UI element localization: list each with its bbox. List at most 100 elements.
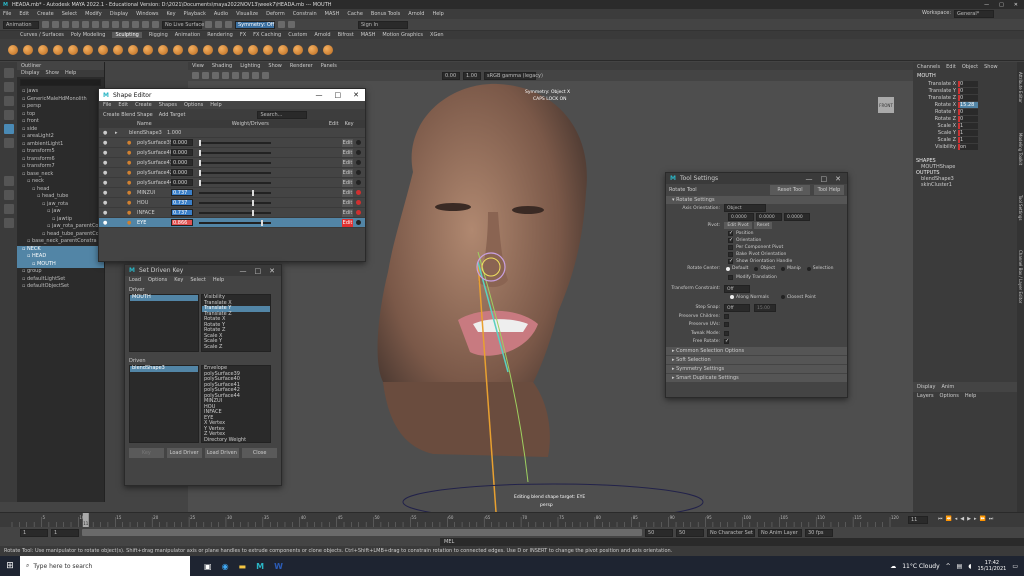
- target-weight[interactable]: 0.000: [171, 169, 193, 176]
- axis-value-field[interactable]: 0.0000: [756, 212, 782, 221]
- free-rotate-checkbox[interactable]: [724, 338, 729, 345]
- viewport-menu-panels[interactable]: Panels: [321, 62, 337, 70]
- menu-item-audio[interactable]: Audio: [214, 11, 228, 17]
- layout-outliner-icon[interactable]: [3, 218, 14, 228]
- range-slider-bar[interactable]: [82, 529, 642, 536]
- viewport-menu-renderer[interactable]: Renderer: [290, 62, 313, 70]
- target-weight[interactable]: 0.000: [171, 179, 193, 186]
- weight-slider[interactable]: [199, 219, 271, 226]
- weight-slider[interactable]: [199, 189, 271, 196]
- symmetry-dropdown[interactable]: Symmetry: Off: [235, 20, 275, 29]
- menu-item-key[interactable]: Key: [166, 11, 175, 17]
- time-ruler[interactable]: 5 10 15 20 25 30 35 40 45 50 55 60 65 70 75 80 85 90 95 100…: [0, 513, 900, 528]
- snap-view-icon[interactable]: [152, 21, 159, 28]
- shape-editor-menu-create[interactable]: Create: [135, 101, 152, 109]
- anim-layer-dropdown[interactable]: No Anim Layer: [758, 528, 802, 537]
- task-view-icon[interactable]: ▣: [204, 562, 212, 571]
- gamma-field[interactable]: 1.00: [463, 71, 481, 80]
- shelf-tab-custom[interactable]: Custom: [288, 32, 307, 38]
- target-row[interactable]: ● ● polySurface41 0.000 Edit: [99, 158, 365, 168]
- driven-attribute[interactable]: Directory Weight: [202, 437, 270, 444]
- outliner-item[interactable]: ▫ front: [17, 118, 104, 126]
- menu-item-arnold[interactable]: Arnold: [408, 11, 424, 17]
- outliner-item[interactable]: ▫ group: [17, 268, 104, 276]
- isolate-icon[interactable]: [252, 72, 259, 79]
- target-edit-button[interactable]: Edit: [342, 148, 353, 157]
- outliner-item[interactable]: ▫ base_neck: [17, 171, 104, 179]
- outliner-item[interactable]: ▫ jaws: [17, 88, 104, 96]
- weight-slider-knob[interactable]: [199, 179, 201, 186]
- menu-set-dropdown[interactable]: Animation: [3, 20, 39, 29]
- minimize-icon[interactable]: —: [240, 267, 247, 275]
- outliner-item[interactable]: ▫ jaw_rota_parentConstr: [17, 223, 104, 231]
- outliner-menu-display[interactable]: Display: [21, 70, 39, 77]
- shelf-tab-sculpting[interactable]: Sculpting: [112, 32, 142, 38]
- target-row[interactable]: ● ● polySurface40 0.000 Edit: [99, 148, 365, 158]
- channel-row[interactable]: Translate Z0: [913, 94, 1024, 101]
- select-object-icon[interactable]: [102, 21, 109, 28]
- outliner-item[interactable]: ▫ transform7: [17, 163, 104, 171]
- scale-tool-icon[interactable]: [3, 138, 14, 148]
- sculpt-brush-icon[interactable]: [248, 44, 258, 55]
- collapsed-section[interactable]: ▸ Smart Duplicate Settings: [666, 374, 847, 382]
- wireframe-icon[interactable]: [202, 72, 209, 79]
- shelf-tab-rigging[interactable]: Rigging: [149, 32, 168, 38]
- sdk-menu-key[interactable]: Key: [174, 276, 183, 284]
- visibility-icon[interactable]: ●: [103, 210, 109, 216]
- target-key-icon[interactable]: [356, 170, 361, 175]
- target-key-icon[interactable]: [356, 140, 361, 145]
- exposure-field[interactable]: 0.00: [442, 71, 460, 80]
- driven-object[interactable]: blendShape3: [130, 365, 198, 372]
- sdk-button-load-driven[interactable]: Load Driven: [204, 448, 240, 458]
- target-key-icon[interactable]: [356, 180, 361, 185]
- weight-slider-knob[interactable]: [199, 139, 201, 146]
- sdk-button-key[interactable]: Key: [129, 448, 164, 458]
- outliner-item[interactable]: ▫ head: [17, 186, 104, 194]
- maximize-icon[interactable]: □: [255, 267, 262, 275]
- snap-grid-icon[interactable]: [122, 21, 129, 28]
- textured-icon[interactable]: [222, 72, 229, 79]
- pivot-option-row[interactable]: Orientation: [666, 237, 847, 244]
- shelf-tab-fx[interactable]: FX: [240, 32, 246, 38]
- shape-editor-menu-options[interactable]: Options: [184, 101, 203, 109]
- layout-four-icon[interactable]: [3, 190, 14, 200]
- channel-value[interactable]: 0: [958, 87, 978, 94]
- menu-item-constrain[interactable]: Constrain: [293, 11, 317, 17]
- sdk-button-close[interactable]: Close: [242, 448, 277, 458]
- target-key-icon[interactable]: [356, 220, 361, 225]
- edge-icon[interactable]: ◉: [222, 562, 229, 571]
- side-tab[interactable]: Modeling Toolkit: [1018, 133, 1023, 165]
- target-row[interactable]: ● ● polySurface42 0.000 Edit: [99, 168, 365, 178]
- channel-value[interactable]: 1: [958, 129, 978, 136]
- channel-value[interactable]: 15.28: [958, 101, 978, 108]
- lasso-tool-icon[interactable]: [3, 82, 14, 92]
- shadows-icon[interactable]: [242, 72, 249, 79]
- network-icon[interactable]: ▤: [957, 563, 963, 570]
- maya-taskbar-icon[interactable]: M: [256, 562, 264, 571]
- output-node[interactable]: skinCluster1: [913, 182, 1024, 188]
- sculpt-brush-icon[interactable]: [203, 44, 213, 55]
- sdk-menu-select[interactable]: Select: [190, 276, 205, 284]
- go-to-start-icon[interactable]: ⏮: [938, 516, 943, 522]
- shape-editor-menu-help[interactable]: Help: [210, 101, 221, 109]
- menu-item-visualize[interactable]: Visualize: [236, 11, 258, 17]
- weight-slider[interactable]: [199, 159, 271, 166]
- shelf-tab-curves-surfaces[interactable]: Curves / Surfaces: [20, 32, 64, 38]
- transform-constraint-dropdown[interactable]: Off: [724, 284, 750, 293]
- channel-value[interactable]: on: [958, 143, 978, 150]
- outliner-item[interactable]: ▫ ambientLight1: [17, 141, 104, 149]
- sign-in-button[interactable]: Sign In: [358, 20, 408, 29]
- outliner-item[interactable]: ▫ defaultObjectSet: [17, 283, 104, 291]
- sculpt-brush-icon[interactable]: [143, 44, 153, 55]
- visibility-icon[interactable]: ●: [103, 170, 109, 176]
- pivot-option-checkbox[interactable]: [728, 230, 733, 236]
- shelf-tab-poly-modeling[interactable]: Poly Modeling: [71, 32, 106, 38]
- lights-icon[interactable]: [232, 72, 239, 79]
- maximize-icon[interactable]: □: [335, 91, 342, 99]
- current-frame-field[interactable]: 11: [908, 516, 928, 524]
- weather-text[interactable]: 11°C Cloudy: [902, 563, 939, 570]
- select-component-icon[interactable]: [112, 21, 119, 28]
- collapsed-section[interactable]: ▸ Common Selection Options: [666, 347, 847, 355]
- modify-translation-checkbox[interactable]: [728, 274, 733, 280]
- sculpt-brush-icon[interactable]: [113, 44, 123, 55]
